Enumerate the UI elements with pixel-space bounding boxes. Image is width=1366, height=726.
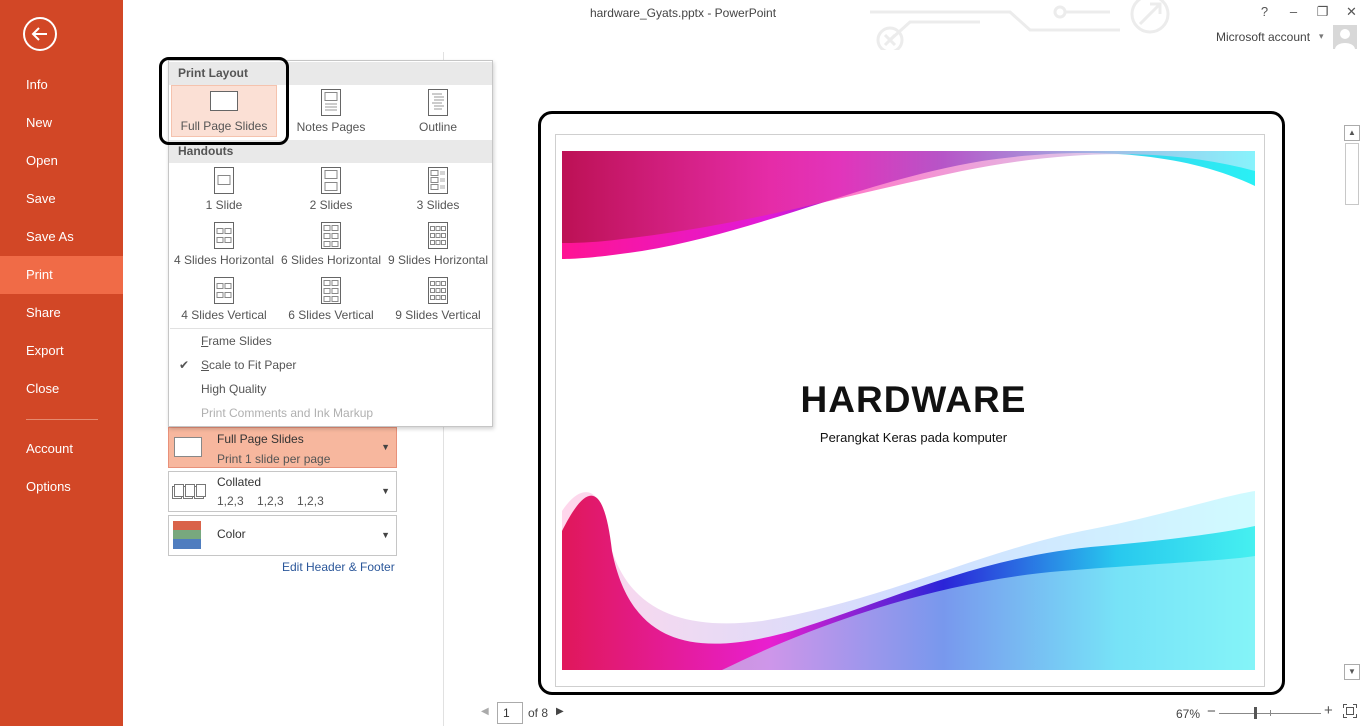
zoom-slider-center-mark xyxy=(1270,710,1271,716)
chevron-down-icon: ▼ xyxy=(381,441,390,452)
sidebar-item-new[interactable]: New xyxy=(0,104,123,142)
zoom-to-page-icon[interactable] xyxy=(1343,704,1357,718)
circuit-decoration xyxy=(870,0,1170,50)
handout-4-slides-horizontal-icon xyxy=(214,222,234,249)
sidebar-item-export[interactable]: Export xyxy=(0,332,123,370)
collation-setting-subtitle: 1,2,3 1,2,3 1,2,3 xyxy=(217,494,324,508)
handout-3-slides-icon xyxy=(428,167,448,194)
collation-setting-dropdown[interactable]: Collated 1,2,3 1,2,3 1,2,3 ▼ xyxy=(168,471,397,512)
layout-setting-title: Full Page Slides xyxy=(217,432,304,446)
high-quality-option[interactable]: High Quality xyxy=(201,382,266,396)
option-label: rame Slides xyxy=(208,334,272,348)
chevron-down-icon: ▼ xyxy=(381,485,390,496)
handout-4-slides-vertical-icon xyxy=(214,277,234,304)
avatar[interactable] xyxy=(1333,25,1357,49)
close-button[interactable]: ✕ xyxy=(1337,0,1366,24)
print-comments-option: Print Comments and Ink Markup xyxy=(201,406,374,420)
chevron-down-icon: ▼ xyxy=(381,529,390,540)
option-label: cale to Fit Paper xyxy=(209,358,297,372)
scroll-up-icon[interactable]: ▲ xyxy=(1344,125,1360,141)
access-key: S xyxy=(201,358,210,372)
handout-label: 1 Slide xyxy=(205,198,243,212)
handout-6-slides-horizontal[interactable]: 6 Slides Horizontal xyxy=(278,218,384,270)
next-page-icon[interactable]: ▶ xyxy=(556,706,564,717)
print-preview-page: HARDWARE Perangkat Keras pada komputer xyxy=(555,134,1265,687)
scroll-thumb[interactable] xyxy=(1345,143,1359,205)
edit-header-footer-link[interactable]: Edit Header & Footer xyxy=(282,560,395,574)
handout-1-slide[interactable]: 1 Slide xyxy=(171,163,277,215)
layout-label: Outline xyxy=(418,120,458,134)
scale-to-fit-option[interactable]: Scale to Fit Paper xyxy=(201,358,296,372)
handout-label: 4 Slides Horizontal xyxy=(173,253,275,267)
zoom-in-icon[interactable]: + xyxy=(1324,702,1333,719)
sidebar-item-share[interactable]: Share xyxy=(0,294,123,332)
collated-pages-icon xyxy=(172,484,206,499)
handout-6-slides-vertical-icon xyxy=(321,277,341,304)
handout-9-slides-vertical-icon xyxy=(428,277,448,304)
handout-9-slides-vertical[interactable]: 9 Slides Vertical xyxy=(385,273,491,325)
layout-setting-dropdown[interactable]: Full Page Slides Print 1 slide per page … xyxy=(168,427,397,468)
slide-title: HARDWARE xyxy=(800,379,1027,420)
handout-label: 2 Slides xyxy=(309,198,353,212)
sidebar-item-account[interactable]: Account xyxy=(0,430,123,468)
frame-slides-option[interactable]: Frame Slides xyxy=(201,334,272,348)
back-arrow-icon[interactable] xyxy=(23,17,57,51)
sidebar-divider xyxy=(26,419,98,420)
handout-1-slide-icon xyxy=(214,167,234,194)
handout-2-slides-icon xyxy=(321,167,341,194)
handout-label: 6 Slides Horizontal xyxy=(280,253,382,267)
handout-9-slides-horizontal-icon xyxy=(428,222,448,249)
highlight-annotation xyxy=(159,57,289,145)
zoom-level[interactable]: 67% xyxy=(1176,707,1200,721)
handout-label: 4 Slides Vertical xyxy=(181,308,267,322)
window-controls: ? – ❐ ✕ xyxy=(1250,0,1366,24)
page-number-input[interactable]: 1 xyxy=(497,702,523,724)
handout-9-slides-horizontal[interactable]: 9 Slides Horizontal xyxy=(385,218,491,270)
layout-label: Notes Pages xyxy=(296,120,366,134)
account-dropdown-icon[interactable]: ▾ xyxy=(1319,31,1324,42)
handout-4-slides-horizontal[interactable]: 4 Slides Horizontal xyxy=(171,218,277,270)
previous-page-icon[interactable]: ◀ xyxy=(481,706,489,717)
slide-subtitle: Perangkat Keras pada komputer xyxy=(819,430,1008,445)
zoom-slider-thumb[interactable] xyxy=(1254,707,1257,719)
outline-icon xyxy=(428,89,448,116)
backstage-sidebar: Info New Open Save Save As Print Share E… xyxy=(0,0,123,726)
menu-divider xyxy=(170,328,492,329)
sidebar-item-save[interactable]: Save xyxy=(0,180,123,218)
handout-2-slides[interactable]: 2 Slides xyxy=(278,163,384,215)
sidebar-item-info[interactable]: Info xyxy=(0,66,123,104)
layout-setting-subtitle: Print 1 slide per page xyxy=(217,452,331,466)
scroll-down-icon[interactable]: ▼ xyxy=(1344,664,1360,680)
account-name[interactable]: Microsoft account xyxy=(1216,30,1310,44)
sidebar-item-options[interactable]: Options xyxy=(0,468,123,506)
collation-setting-title: Collated xyxy=(217,475,262,489)
sidebar-item-print[interactable]: Print xyxy=(0,256,123,294)
handout-4-slides-vertical[interactable]: 4 Slides Vertical xyxy=(171,273,277,325)
handout-label: 6 Slides Vertical xyxy=(288,308,374,322)
check-icon: ✔ xyxy=(179,358,190,372)
sidebar-item-close[interactable]: Close xyxy=(0,370,123,408)
sidebar-item-save-as[interactable]: Save As xyxy=(0,218,123,256)
handout-6-slides-vertical[interactable]: 6 Slides Vertical xyxy=(278,273,384,325)
color-setting-dropdown[interactable]: Color ▼ xyxy=(168,515,397,556)
handout-label: 3 Slides xyxy=(416,198,460,212)
minimize-button[interactable]: – xyxy=(1279,0,1308,24)
preview-scrollbar[interactable]: ▲ ▼ xyxy=(1344,125,1360,680)
handout-3-slides[interactable]: 3 Slides xyxy=(385,163,491,215)
layout-notes-pages[interactable]: Notes Pages xyxy=(278,85,384,137)
zoom-out-icon[interactable]: − xyxy=(1207,703,1216,720)
handout-label: 9 Slides Horizontal xyxy=(387,253,489,267)
handout-label: 9 Slides Vertical xyxy=(395,308,481,322)
full-page-slide-icon xyxy=(174,437,202,457)
help-button[interactable]: ? xyxy=(1250,0,1279,24)
sidebar-item-open[interactable]: Open xyxy=(0,142,123,180)
page-total-label: of 8 xyxy=(528,706,549,720)
layout-outline[interactable]: Outline xyxy=(385,85,491,137)
slide-preview: HARDWARE Perangkat Keras pada komputer xyxy=(562,151,1255,670)
handout-6-slides-horizontal-icon xyxy=(321,222,341,249)
color-setting-title: Color xyxy=(217,527,246,541)
color-swatch-icon xyxy=(173,521,201,549)
notes-pages-icon xyxy=(321,89,341,116)
restore-button[interactable]: ❐ xyxy=(1308,0,1337,24)
